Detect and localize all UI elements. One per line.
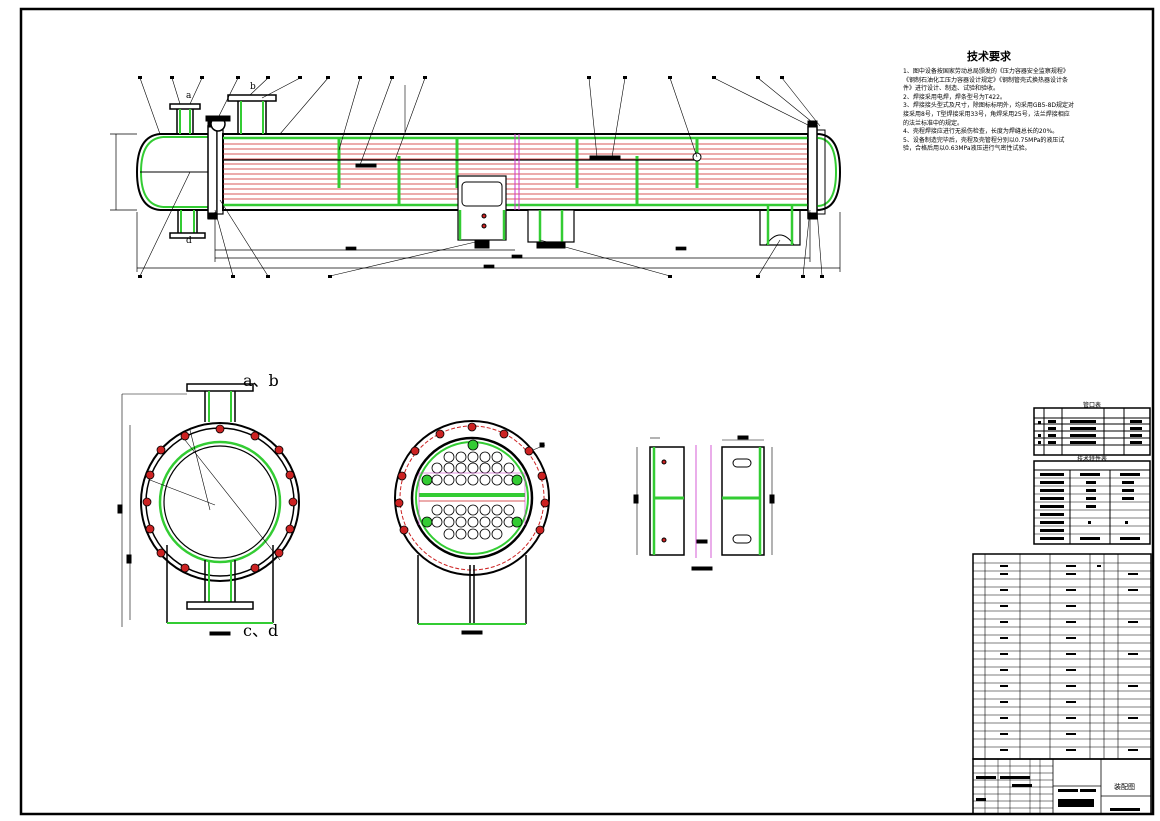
saddle-left: [457, 175, 507, 249]
tech-requirements-title: 技术要求: [967, 50, 1011, 63]
parts-list: [972, 553, 1152, 760]
view-label-ab: a、b: [243, 371, 279, 390]
tech-spec-table: [1033, 460, 1151, 545]
view-label-cd: c、d: [243, 621, 279, 640]
nozzle-label-a: a: [186, 91, 192, 101]
nozzle-side-view: [117, 383, 300, 636]
nozzle-table-title: 管口表: [1082, 402, 1101, 409]
tech-requirement-4: 4、壳程焊接应进行无损伤检查，长度为焊缝总长的20%。: [903, 128, 1059, 136]
tech-requirement-5: 5、设备制造完毕后，壳程及壳管程分别以0.75MPa的液压试验，合格后用以0.6…: [903, 136, 1065, 153]
right-tubesheet: [807, 125, 818, 219]
baffles: [337, 138, 699, 205]
tech-requirement-3: 3、焊接接头型式及尺寸，除图标标明外，均采用GB5-8D规定对接采用8号，T型焊…: [903, 102, 1075, 127]
baffle-detail-view: [633, 435, 775, 571]
nozzle-d-bottom: [169, 210, 206, 239]
nozzle-b-top: [227, 94, 277, 134]
nozzle-a-top: [169, 103, 201, 134]
saddle-middle: [527, 209, 575, 249]
nozzle-label-d: d: [186, 236, 192, 246]
tech-requirement-1: 1、图中设备按国家劳动总局颁发的《压力容器安全监察规程》《钢制石油化工压力容器设…: [903, 68, 1069, 93]
technical-requirements: 技术要求 1、图中设备按国家劳动总局颁发的《压力容器安全监察规程》《钢制石油化工…: [903, 48, 1075, 154]
side-flange-outer: [140, 422, 300, 582]
nozzle-label-b: b: [250, 82, 256, 92]
main-elevation-view: [110, 76, 842, 278]
nozzle-table: [1033, 407, 1151, 456]
tech-spec-table-title: 技术特性表: [1076, 456, 1107, 463]
tubesheet-view: [394, 420, 550, 635]
drawing-name: 装配图: [1114, 783, 1135, 791]
left-tubesheet: [207, 125, 218, 219]
